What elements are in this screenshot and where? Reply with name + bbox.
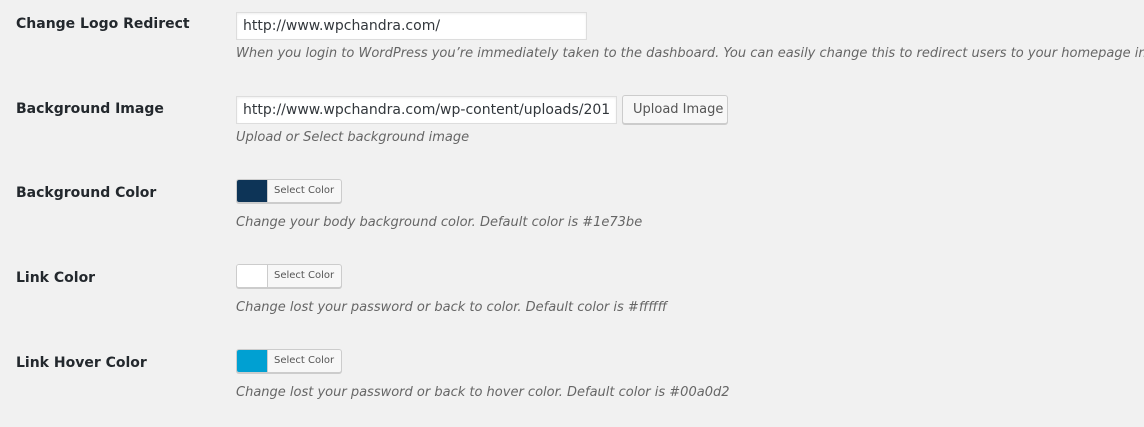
background-image-field-wrap bbox=[236, 96, 617, 124]
background-color-swatch bbox=[237, 180, 268, 202]
upload-image-button[interactable]: Upload Image bbox=[622, 95, 728, 124]
logo-redirect-description: When you login to WordPress you’re immed… bbox=[236, 46, 1144, 61]
background-color-picker-button[interactable]: Select Color bbox=[236, 179, 342, 203]
link-hover-color-swatch bbox=[237, 350, 268, 372]
background-image-label: Background Image bbox=[16, 101, 164, 117]
logo-redirect-label: Change Logo Redirect bbox=[16, 16, 190, 32]
background-color-label: Background Color bbox=[16, 185, 157, 201]
background-image-input[interactable] bbox=[236, 96, 617, 124]
link-color-label: Link Color bbox=[16, 270, 96, 286]
logo-redirect-input[interactable] bbox=[236, 12, 587, 40]
link-hover-color-picker-button[interactable]: Select Color bbox=[236, 349, 342, 373]
background-color-select-label: Select Color bbox=[274, 185, 335, 196]
background-color-description: Change your body background color. Defau… bbox=[236, 215, 643, 230]
link-color-select-label: Select Color bbox=[274, 270, 335, 281]
link-color-description: Change lost your password or back to col… bbox=[236, 300, 667, 315]
link-hover-color-select-label: Select Color bbox=[274, 355, 335, 366]
link-color-picker-button[interactable]: Select Color bbox=[236, 264, 342, 288]
link-hover-color-label: Link Hover Color bbox=[16, 355, 147, 371]
link-hover-color-description: Change lost your password or back to hov… bbox=[236, 385, 730, 400]
link-color-swatch bbox=[237, 265, 268, 287]
background-image-description: Upload or Select background image bbox=[236, 130, 470, 145]
logo-redirect-field-wrap bbox=[236, 12, 587, 40]
